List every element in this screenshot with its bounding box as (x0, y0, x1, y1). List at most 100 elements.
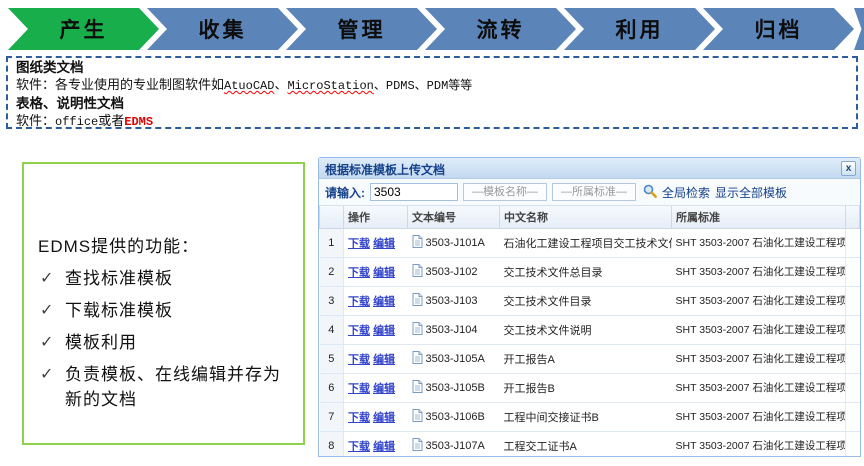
document-icon (412, 438, 423, 454)
edit-link[interactable]: 编辑 (373, 354, 395, 366)
header-doc-no[interactable]: 文本编号 (408, 206, 500, 228)
header-cn-name[interactable]: 中文名称 (500, 206, 672, 228)
search-icon[interactable] (643, 184, 657, 201)
download-link[interactable]: 下载 (348, 441, 370, 453)
table-row[interactable]: 6 下载 编辑 3503-J105B 开工报告B SHT 3503-2007 石… (320, 373, 860, 402)
show-all-templates-button[interactable]: 显示全部模板 (715, 184, 787, 201)
row-standard: SHT 3503-2007 石油化工建设工程项目交工... (672, 286, 846, 315)
row-cn-name: 交工技术文件目录 (500, 286, 672, 315)
process-step-6[interactable]: 归档 (703, 8, 854, 50)
row-actions: 下载 编辑 (344, 228, 408, 257)
note-line-form-software: 软件：office或者EDMS (16, 112, 848, 131)
edit-link[interactable]: 编辑 (373, 267, 395, 279)
row-cn-name: 交工技术文件说明 (500, 315, 672, 344)
process-step-3[interactable]: 管理 (286, 8, 437, 50)
table-header-row: 操作 文本编号 中文名称 所属标准 (320, 206, 860, 228)
table-row[interactable]: 3 下载 编辑 3503-J103 交工技术文件目录 SHT 3503-2007… (320, 286, 860, 315)
keyword-input[interactable] (370, 183, 458, 201)
edit-link[interactable]: 编辑 (373, 296, 395, 308)
misspelled-autocad: AtuoCAD (224, 79, 274, 93)
edit-link[interactable]: 编辑 (373, 441, 395, 453)
row-number: 5 (320, 344, 344, 373)
header-action[interactable]: 操作 (344, 206, 408, 228)
table-row[interactable]: 4 下载 编辑 3503-J104 交工技术文件说明 SHT 3503-2007… (320, 315, 860, 344)
row-number: 6 (320, 373, 344, 402)
row-standard: SHT 3503-2007 石油化工建设工程项目交工... (672, 228, 846, 257)
edit-link[interactable]: 编辑 (373, 383, 395, 395)
download-link[interactable]: 下载 (348, 267, 370, 279)
edit-link[interactable]: 编辑 (373, 325, 395, 337)
close-icon[interactable]: x (841, 161, 856, 176)
doc-code: 3503-J101A (426, 237, 485, 249)
row-spacer (846, 315, 860, 344)
features-title: EDMS提供的功能： (38, 232, 293, 257)
process-step-1[interactable]: 产生 (8, 8, 159, 50)
row-standard: SHT 3503-2007 石油化工建设工程项目交工... (672, 373, 846, 402)
row-spacer (846, 344, 860, 373)
row-doc-no: 3503-J103 (408, 286, 500, 315)
row-number: 8 (320, 431, 344, 457)
feature-item-2: ✓下载标准模板 (38, 298, 293, 323)
row-doc-no: 3503-J104 (408, 315, 500, 344)
note-heading-drawings: 图纸类文档 (16, 59, 848, 76)
row-actions: 下载 编辑 (344, 315, 408, 344)
row-cn-name: 石油化工建设工程项目交工技术文件封面A (500, 228, 672, 257)
row-doc-no: 3503-J107A (408, 431, 500, 457)
document-icon (412, 293, 423, 309)
row-spacer (846, 373, 860, 402)
row-cn-name: 工程交工证书A (500, 431, 672, 457)
table-row[interactable]: 2 下载 编辑 3503-J102 交工技术文件总目录 SHT 3503-200… (320, 257, 860, 286)
feature-item-1: ✓查找标准模板 (38, 266, 293, 291)
process-step-4[interactable]: 流转 (425, 8, 576, 50)
process-step-2[interactable]: 收集 (147, 8, 298, 50)
dialog-title: 根据标准模板上传文档 (325, 163, 445, 177)
table-row[interactable]: 1 下载 编辑 3503-J101A 石油化工建设工程项目交工技术文件封面A S… (320, 228, 860, 257)
row-standard: SHT 3503-2007 石油化工建设工程项目交工... (672, 431, 846, 457)
download-link[interactable]: 下载 (348, 238, 370, 250)
chevron-sliver (854, 8, 864, 50)
row-cn-name: 工程中间交接证书B (500, 402, 672, 431)
note-box: 图纸类文档 软件：各专业使用的专业制图软件如AtuoCAD、MicroStati… (6, 56, 858, 129)
global-search-button[interactable]: 全局检索 (662, 184, 710, 201)
download-link[interactable]: 下载 (348, 354, 370, 366)
download-link[interactable]: 下载 (348, 412, 370, 424)
feature-item-4: ✓负责模板、在线编辑并存为新的文档 (38, 362, 293, 412)
template-name-select[interactable]: —模板名称— (463, 183, 547, 201)
row-doc-no: 3503-J105A (408, 344, 500, 373)
template-table: 操作 文本编号 中文名称 所属标准 1 下载 编辑 (319, 206, 860, 457)
checkmark-icon: ✓ (40, 298, 54, 323)
row-doc-no: 3503-J105B (408, 373, 500, 402)
process-flow-bar: 产生收集管理流转利用归档 (8, 8, 854, 50)
table-row[interactable]: 8 下载 编辑 3503-J107A 工程交工证书A SHT 3503-2007… (320, 431, 860, 457)
download-link[interactable]: 下载 (348, 325, 370, 337)
table-row[interactable]: 7 下载 编辑 3503-J106B 工程中间交接证书B SHT 3503-20… (320, 402, 860, 431)
row-cn-name: 开工报告A (500, 344, 672, 373)
row-actions: 下载 编辑 (344, 257, 408, 286)
dialog-titlebar[interactable]: 根据标准模板上传文档 x (319, 158, 860, 179)
row-actions: 下载 编辑 (344, 431, 408, 457)
process-step-5[interactable]: 利用 (564, 8, 715, 50)
edit-link[interactable]: 编辑 (373, 238, 395, 250)
row-standard: SHT 3503-2007 石油化工建设工程项目交工... (672, 257, 846, 286)
doc-code: 3503-J107A (426, 440, 485, 452)
row-actions: 下载 编辑 (344, 344, 408, 373)
features-list: ✓查找标准模板 ✓下载标准模板 ✓模板利用 ✓负责模板、在线编辑并存为新的文档 (38, 266, 293, 412)
row-number: 7 (320, 402, 344, 431)
document-icon (412, 351, 423, 367)
document-icon (412, 322, 423, 338)
row-number: 2 (320, 257, 344, 286)
office-label: office (55, 115, 98, 129)
header-standard[interactable]: 所属标准 (672, 206, 846, 228)
table-row[interactable]: 5 下载 编辑 3503-J105A 开工报告A SHT 3503-2007 石… (320, 344, 860, 373)
edit-link[interactable]: 编辑 (373, 412, 395, 424)
download-link[interactable]: 下载 (348, 383, 370, 395)
checkmark-icon: ✓ (40, 362, 54, 387)
document-icon (412, 264, 423, 280)
standard-select[interactable]: —所属标准— (552, 183, 636, 201)
download-link[interactable]: 下载 (348, 296, 370, 308)
row-standard: SHT 3503-2007 石油化工建设工程项目交工... (672, 402, 846, 431)
row-spacer (846, 228, 860, 257)
feature-item-3: ✓模板利用 (38, 330, 293, 355)
row-spacer (846, 431, 860, 457)
row-number: 4 (320, 315, 344, 344)
